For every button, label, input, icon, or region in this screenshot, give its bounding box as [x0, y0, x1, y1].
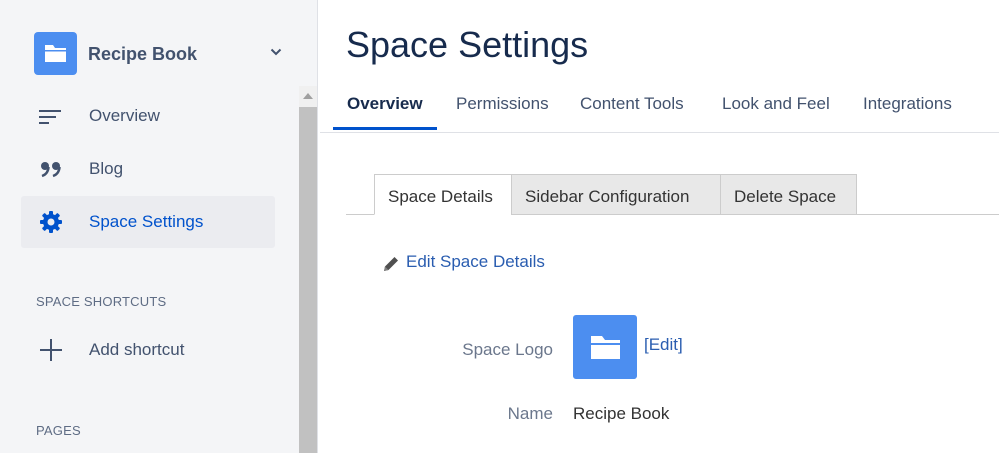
subtab-space-details[interactable]: Space Details: [374, 174, 512, 215]
chevron-down-icon[interactable]: [270, 48, 282, 56]
add-shortcut-button[interactable]: Add shortcut: [21, 324, 275, 376]
edit-space-details-label: Edit Space Details: [406, 252, 545, 271]
subtab-sidebar-configuration[interactable]: Sidebar Configuration: [511, 174, 721, 215]
sidebar-scrollbar-thumb[interactable]: [299, 107, 317, 453]
gear-icon: [40, 211, 62, 233]
overview-lines-icon: [39, 110, 61, 124]
sidebar-item-label: Blog: [89, 159, 124, 178]
sidebar-item-label: Space Settings: [89, 212, 204, 231]
sidebar-item-label: Overview: [89, 106, 160, 125]
tab-integrations[interactable]: Integrations: [849, 86, 966, 130]
tab-look-and-feel[interactable]: Look and Feel: [708, 86, 844, 130]
sidebar-item-overview[interactable]: Overview: [21, 90, 275, 142]
tab-content-tools[interactable]: Content Tools: [566, 86, 698, 130]
plus-icon: [40, 339, 62, 361]
space-header[interactable]: Recipe Book: [34, 32, 284, 76]
quote-icon: [41, 162, 61, 178]
sidebar: Recipe Book Overview Blog Space Settings…: [0, 0, 318, 453]
name-value: Recipe Book: [573, 404, 670, 423]
space-logo-small[interactable]: [34, 32, 77, 75]
page-title: Space Settings: [346, 24, 589, 65]
folder-icon: [591, 336, 620, 359]
space-logo-label: Space Logo: [462, 340, 553, 359]
tabs-divider: [320, 132, 999, 133]
folder-icon: [45, 45, 66, 62]
space-logo: [573, 315, 637, 379]
subtab-delete-space[interactable]: Delete Space: [720, 174, 857, 215]
pencil-icon: [384, 257, 398, 271]
scroll-up-arrow-icon[interactable]: [303, 93, 313, 99]
section-title-shortcuts: SPACE SHORTCUTS: [36, 294, 167, 309]
space-logo-edit-link[interactable]: [Edit]: [644, 335, 683, 355]
section-title-pages: PAGES: [36, 423, 81, 438]
name-label: Name: [507, 404, 553, 423]
tab-overview[interactable]: Overview: [333, 86, 437, 130]
sidebar-item-space-settings[interactable]: Space Settings: [21, 196, 275, 248]
tab-permissions[interactable]: Permissions: [442, 86, 563, 130]
sidebar-item-blog[interactable]: Blog: [21, 143, 275, 195]
space-name[interactable]: Recipe Book: [88, 44, 197, 65]
add-shortcut-label: Add shortcut: [89, 340, 185, 359]
